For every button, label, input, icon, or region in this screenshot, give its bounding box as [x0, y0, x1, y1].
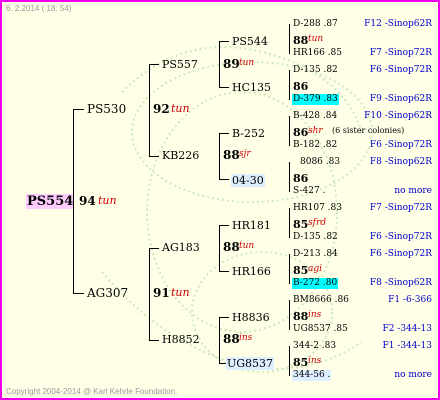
gen4-top-right: F6 -Sinop72R	[369, 65, 432, 75]
gen4-num: 88	[293, 310, 309, 323]
gen4-bottom: B-182 .82	[293, 140, 338, 150]
root-name: PS554	[26, 194, 75, 209]
gen4-bottom: D-135 .82	[293, 232, 338, 242]
gen4-bottom: UG8537 .85	[293, 324, 348, 334]
gen1-name: PS530	[87, 102, 127, 116]
gen2-tag: tun	[239, 58, 255, 68]
gen4-bottom: HR166 .85	[293, 48, 342, 58]
gen1-name: AG307	[87, 286, 129, 300]
gen4-top: HR107 .83	[293, 203, 342, 213]
gen2-num: 88	[223, 332, 240, 346]
gen2-name: PS557	[162, 58, 198, 71]
gen2-num: 89	[223, 57, 240, 71]
gen1-tag: tun	[171, 286, 190, 299]
gen4-top: BM8666 .86	[293, 295, 349, 305]
gen2-name: AG183	[162, 241, 200, 254]
gen4-num: 86	[293, 80, 309, 93]
gen4-tag: shr	[308, 126, 323, 136]
gen4-top: 8086 .83	[300, 157, 341, 167]
gen2-tag: ins	[239, 333, 253, 343]
gen3-name: HC135	[232, 81, 272, 94]
gen4-bottom-right: F8 -Sinop62R	[369, 278, 432, 288]
gen4-top: B-428 .84	[293, 111, 338, 121]
root-num: 94	[79, 194, 96, 208]
gen4-top-right: F7 -Sinop72R	[369, 203, 432, 213]
gen4-bottom: B-272 .80	[292, 278, 339, 289]
gen4-num: 85	[293, 356, 309, 369]
gen2-num: 88	[223, 240, 240, 254]
date-stamp: 6. 2.2014 ( 18: 54)	[6, 4, 72, 13]
pedigree-frame: 6. 2.2014 ( 18: 54) Copyright 2004-2014 …	[0, 0, 440, 400]
copyright: Copyright 2004-2014 @ Karl Kehrle Founda…	[6, 387, 178, 396]
gen4-top: D-135 .82	[293, 65, 338, 75]
gen4-num: 88	[293, 34, 309, 47]
gen4-top: D-213 .84	[293, 249, 338, 259]
gen4-num: 86	[293, 172, 309, 185]
gen4-bottom: D-379 .83	[292, 94, 339, 105]
gen2-name: H8852	[162, 333, 200, 346]
gen3-name: 04-30	[231, 174, 265, 187]
gen3-name: PS544	[232, 35, 268, 48]
gen4-num: 85	[293, 264, 309, 277]
gen4-bottom: S-427 .	[293, 186, 326, 196]
gen4-tag: tun	[308, 34, 324, 44]
gen1-num: 92	[153, 102, 170, 116]
gen4-top-right: F1 -6-366	[388, 295, 432, 305]
gen3-name: B-252	[232, 127, 265, 140]
gen1-num: 91	[153, 286, 170, 300]
gen4-tag: ins	[308, 310, 322, 320]
gen3-name: HR181	[232, 219, 271, 232]
gen4-top-right: F1 -344-13	[382, 341, 432, 351]
gen4-top-right: F8 -Sinop62R	[369, 157, 432, 167]
root-tag: tun	[98, 194, 117, 207]
gen4-top: 344-2 .83	[293, 341, 337, 351]
gen4-top: D-288 .87	[293, 19, 338, 29]
gen3-name: HR166	[232, 265, 271, 278]
gen2-tag: sjr	[239, 149, 251, 159]
gen2-name: KB226	[162, 149, 200, 162]
gen4-top-right: F6 -Sinop72R	[369, 249, 432, 259]
gen4-tag: sfrd	[308, 218, 327, 228]
gen4-top-right: F10 -Sinop62R	[364, 111, 432, 121]
gen4-bottom-right: F6 -Sinop72R	[369, 232, 432, 242]
gen4-tag: ins	[308, 356, 322, 366]
gen4-bottom: 344-56 .	[292, 370, 332, 381]
gen4-bottom-right: F6 -Sinop72R	[369, 140, 432, 150]
gen4-bottom-right: F7 -Sinop72R	[369, 48, 432, 58]
gen4-tag: agi	[308, 264, 323, 274]
gen4-bottom-right: no more	[394, 186, 432, 196]
gen4-bottom-right: F9 -Sinop62R	[369, 94, 432, 104]
gen4-bottom-right: F2 -344-13	[382, 324, 432, 334]
gen2-num: 88	[223, 148, 240, 162]
gen4-num: 86	[293, 126, 309, 139]
gen4-num: 85	[293, 218, 309, 231]
gen4-bottom-right: no more	[394, 370, 432, 380]
gen3-name: UG8537	[226, 357, 275, 370]
gen4-note: (6 sister colonies)	[332, 126, 405, 135]
gen3-name: H8836	[232, 311, 270, 324]
gen2-tag: tun	[239, 241, 255, 251]
gen4-top-right: F12 -Sinop62R	[364, 19, 432, 29]
gen1-tag: tun	[171, 102, 190, 115]
